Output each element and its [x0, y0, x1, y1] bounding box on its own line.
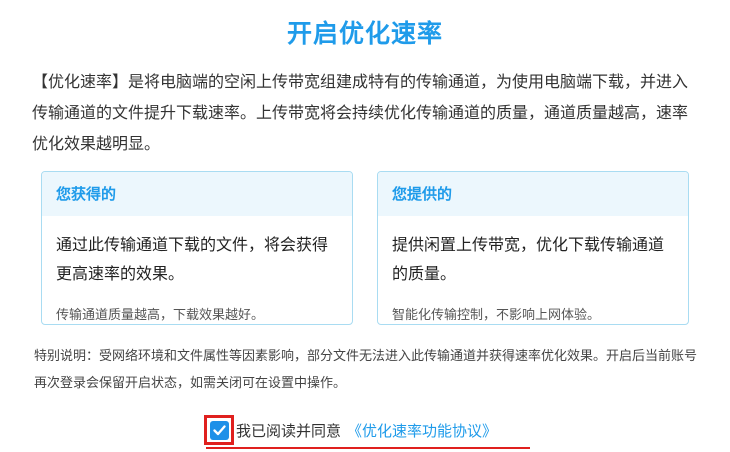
card-you-gain-header: 您获得的	[42, 172, 352, 216]
card-you-gain: 您获得的 通过此传输通道下载的文件，将会获得更高速率的效果。 传输通道质量越高，…	[41, 171, 353, 325]
card-you-provide-footer: 智能化传输控制，不影响上网体验。	[392, 308, 601, 323]
agreement-row: 我已阅读并同意 《优化速率功能协议》	[204, 413, 497, 447]
card-you-gain-body: 通过此传输通道下载的文件，将会获得更高速率的效果。	[56, 235, 329, 283]
agreement-checkbox-highlight[interactable]	[204, 415, 234, 445]
agreement-checkbox[interactable]	[209, 420, 229, 440]
card-you-gain-footer: 传输通道质量越高，下载效果越好。	[56, 308, 265, 323]
agreement-link[interactable]: 《优化速率功能协议》	[347, 420, 497, 441]
card-you-provide-header: 您提供的	[378, 172, 688, 216]
card-you-provide-body: 提供闲置上传带宽，优化下载传输通道的质量。	[392, 235, 665, 283]
optimize-rate-dialog: 开启优化速率 【优化速率】是将电脑端的空闲上传带宽组建成特有的传输通道，为使用电…	[0, 0, 730, 452]
intro-paragraph: 【优化速率】是将电脑端的空闲上传带宽组建成特有的传输通道，为使用电脑端下载，并进…	[32, 72, 689, 153]
special-notice: 特别说明：受网络环境和文件属性等因素影响，部分文件无法进入此传输通道并获得速率优…	[34, 349, 698, 391]
check-icon	[212, 424, 226, 435]
agreement-label[interactable]: 我已阅读并同意	[236, 420, 341, 441]
agreement-underline-mark	[206, 447, 530, 449]
card-you-provide: 您提供的 提供闲置上传带宽，优化下载传输通道的质量。 智能化传输控制，不影响上网…	[377, 171, 689, 325]
page-title: 开启优化速率	[286, 19, 443, 48]
